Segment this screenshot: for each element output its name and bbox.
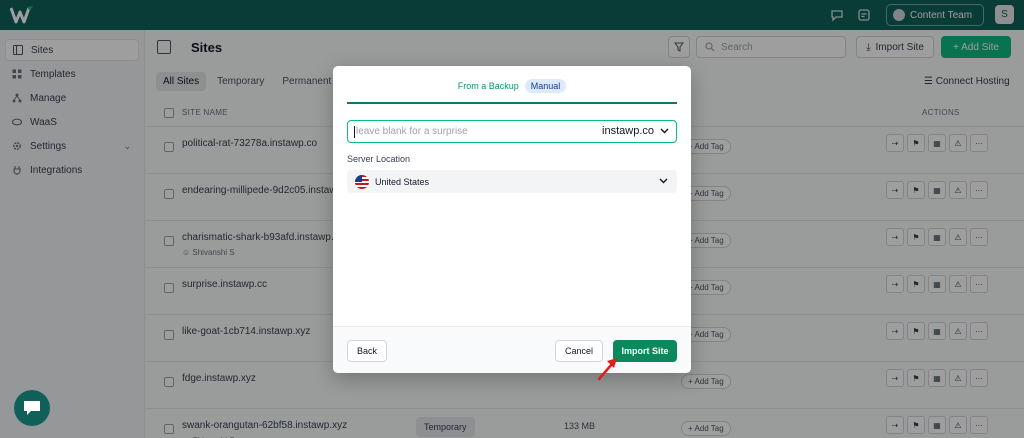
chevron-down-icon — [659, 178, 668, 184]
import-site-button[interactable]: Import Site — [613, 340, 677, 362]
text-caret — [354, 125, 355, 138]
chevron-down-icon — [660, 128, 669, 134]
message-icon — [24, 401, 40, 415]
red-arrow-annotation — [597, 358, 617, 381]
tab-manual[interactable]: Manual — [524, 79, 567, 93]
subdomain-input[interactable]: leave blank for a surprise instawp.co — [347, 120, 677, 143]
tab-from-backup[interactable]: From a Backup — [458, 81, 519, 91]
modal-tabs: From a Backup Manual — [333, 79, 691, 93]
server-location-value: United States — [375, 176, 430, 187]
tab-underline — [347, 102, 677, 104]
import-site-modal: From a Backup Manual leave blank for a s… — [333, 66, 691, 373]
subdomain-placeholder: leave blank for a surprise — [356, 126, 468, 137]
server-location-select[interactable]: United States — [347, 170, 677, 193]
support-chat-button[interactable] — [14, 390, 50, 426]
server-location-label: Server Location — [347, 154, 411, 164]
us-flag-icon — [355, 174, 369, 189]
modal-footer: Back Cancel Import Site — [333, 326, 691, 373]
back-button[interactable]: Back — [347, 340, 387, 362]
domain-suffix-select[interactable]: instawp.co — [602, 125, 654, 137]
